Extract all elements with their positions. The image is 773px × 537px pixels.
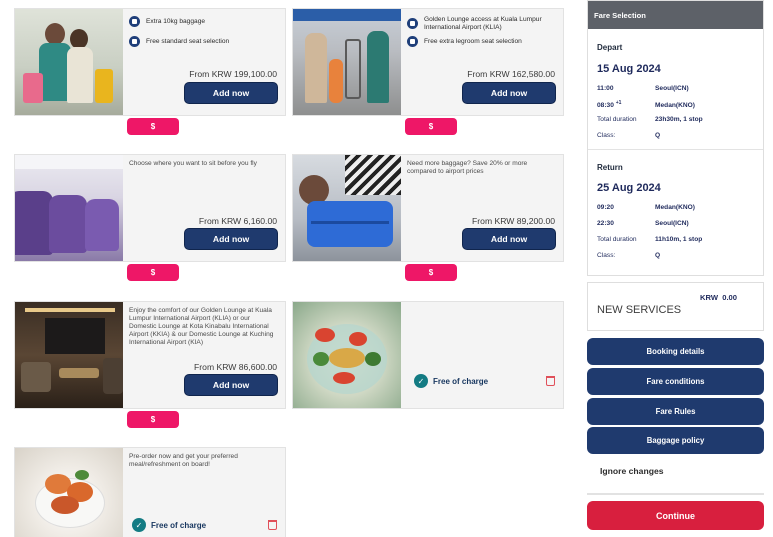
add-now-button[interactable]: Add now <box>184 82 278 104</box>
return-date: 25 Aug 2024 <box>597 182 661 194</box>
booking-details-button[interactable]: Booking details <box>587 338 764 365</box>
return-arrival-row: 22:30 Seoul(ICN) <box>597 220 689 227</box>
trash-icon[interactable] <box>546 376 555 386</box>
addon-card-body: Pre-order now and get your preferred mea… <box>123 448 285 537</box>
new-services-amount: KRW 0.00 <box>700 293 737 302</box>
divider <box>588 149 763 150</box>
addon-card-lounge-legroom: Golden Lounge access at Kuala Lumpur Int… <box>292 8 564 116</box>
lounge-interior-image <box>15 302 123 408</box>
feature-item: Golden Lounge access at Kuala Lumpur Int… <box>407 16 557 32</box>
return-duration-row: Total duration 11h10m, 1 stop <box>597 236 703 243</box>
cabin-seats-image <box>15 155 123 261</box>
grilled-shrimp-image <box>15 448 123 537</box>
addon-description: Need more baggage? Save 20% or more comp… <box>407 160 528 175</box>
addon-card-seat-selection: Choose where you want to sit before you … <box>14 154 286 262</box>
new-services-label: NEW SERVICES <box>597 304 682 316</box>
fare-rules-button[interactable]: Fare Rules <box>587 398 764 425</box>
depart-departure-row: 11:00 Seoul(ICN) <box>597 85 689 92</box>
depart-class-row: Class: Q <box>597 132 661 139</box>
addon-card-extra-baggage: Need more baggage? Save 20% or more comp… <box>292 154 564 262</box>
add-now-button[interactable]: Add now <box>184 374 278 396</box>
return-label: Return <box>597 163 623 172</box>
feature-item: Extra 10kg baggage <box>129 16 279 27</box>
addon-card-golden-lounge: Enjoy the comfort of our Golden Lounge a… <box>14 301 286 409</box>
depart-date: 15 Aug 2024 <box>597 63 661 75</box>
feature-item: Free standard seat selection <box>129 36 279 47</box>
trash-icon[interactable] <box>268 520 277 530</box>
addon-card-meal-preorder: Pre-order now and get your preferred mea… <box>14 447 286 537</box>
price-label: From KRW 162,580.00 <box>467 69 555 79</box>
ignore-changes-link[interactable]: Ignore changes <box>600 466 664 476</box>
price-tag-badge: $ <box>127 264 179 281</box>
addon-description: Enjoy the comfort of our Golden Lounge a… <box>129 307 274 346</box>
price-tag-badge: $ <box>127 118 179 135</box>
check-icon: ✓ <box>414 374 428 388</box>
addon-card-baggage-seat: Extra 10kg baggage Free standard seat se… <box>14 8 286 116</box>
lounge-icon <box>407 18 418 29</box>
price-tag-badge: $ <box>405 118 457 135</box>
addon-card-body: Extra 10kg baggage Free standard seat se… <box>123 9 285 115</box>
return-departure-row: 09:20 Medan(KNO) <box>597 204 695 211</box>
continue-button[interactable]: Continue <box>587 501 764 530</box>
salad-bowl-image <box>293 302 401 408</box>
add-now-button[interactable]: Add now <box>462 228 556 250</box>
free-of-charge-label: ✓ Free of charge <box>132 518 206 532</box>
fare-selection-header: Fare Selection <box>588 1 763 29</box>
price-tag-badge: $ <box>127 411 179 428</box>
price-tag-badge: $ <box>405 264 457 281</box>
addon-description: Pre-order now and get your preferred mea… <box>129 453 238 468</box>
check-icon: ✓ <box>132 518 146 532</box>
addon-card-salad-meal: ✓ Free of charge <box>292 301 564 409</box>
blue-suitcase-image <box>293 155 401 261</box>
return-class-row: Class: Q <box>597 252 661 259</box>
addon-card-body: Need more baggage? Save 20% or more comp… <box>401 155 563 261</box>
feature-item: Free extra legroom seat selection <box>407 36 557 47</box>
depart-duration-row: Total duration 23h30m, 1 stop <box>597 116 703 123</box>
depart-label: Depart <box>597 43 623 52</box>
travelers-luggage-image <box>15 9 123 115</box>
addon-card-body: Golden Lounge access at Kuala Lumpur Int… <box>401 9 563 115</box>
fare-conditions-button[interactable]: Fare conditions <box>587 368 764 395</box>
price-label: From KRW 6,160.00 <box>198 216 277 226</box>
fare-selection-panel: Fare Selection Depart 15 Aug 2024 11:00 S… <box>587 0 764 276</box>
addon-description: Choose where you want to sit before you … <box>129 160 257 167</box>
family-airport-image <box>293 9 401 115</box>
add-now-button[interactable]: Add now <box>184 228 278 250</box>
price-label: From KRW 199,100.00 <box>189 69 277 79</box>
price-label: From KRW 89,200.00 <box>472 216 555 226</box>
addon-card-body: Enjoy the comfort of our Golden Lounge a… <box>123 302 285 408</box>
baggage-policy-button[interactable]: Baggage policy <box>587 427 764 454</box>
addon-card-body: ✓ Free of charge <box>401 302 563 408</box>
add-now-button[interactable]: Add now <box>462 82 556 104</box>
legroom-seat-icon <box>407 36 418 47</box>
divider <box>587 493 764 495</box>
new-services-panel: KRW 0.00 NEW SERVICES <box>587 282 764 331</box>
price-label: From KRW 86,600.00 <box>194 362 277 372</box>
depart-arrival-row: 08:30 +1 Medan(KNO) <box>597 100 695 110</box>
free-of-charge-label: ✓ Free of charge <box>414 374 488 388</box>
baggage-icon <box>129 16 140 27</box>
seat-icon <box>129 36 140 47</box>
addon-card-body: Choose where you want to sit before you … <box>123 155 285 261</box>
